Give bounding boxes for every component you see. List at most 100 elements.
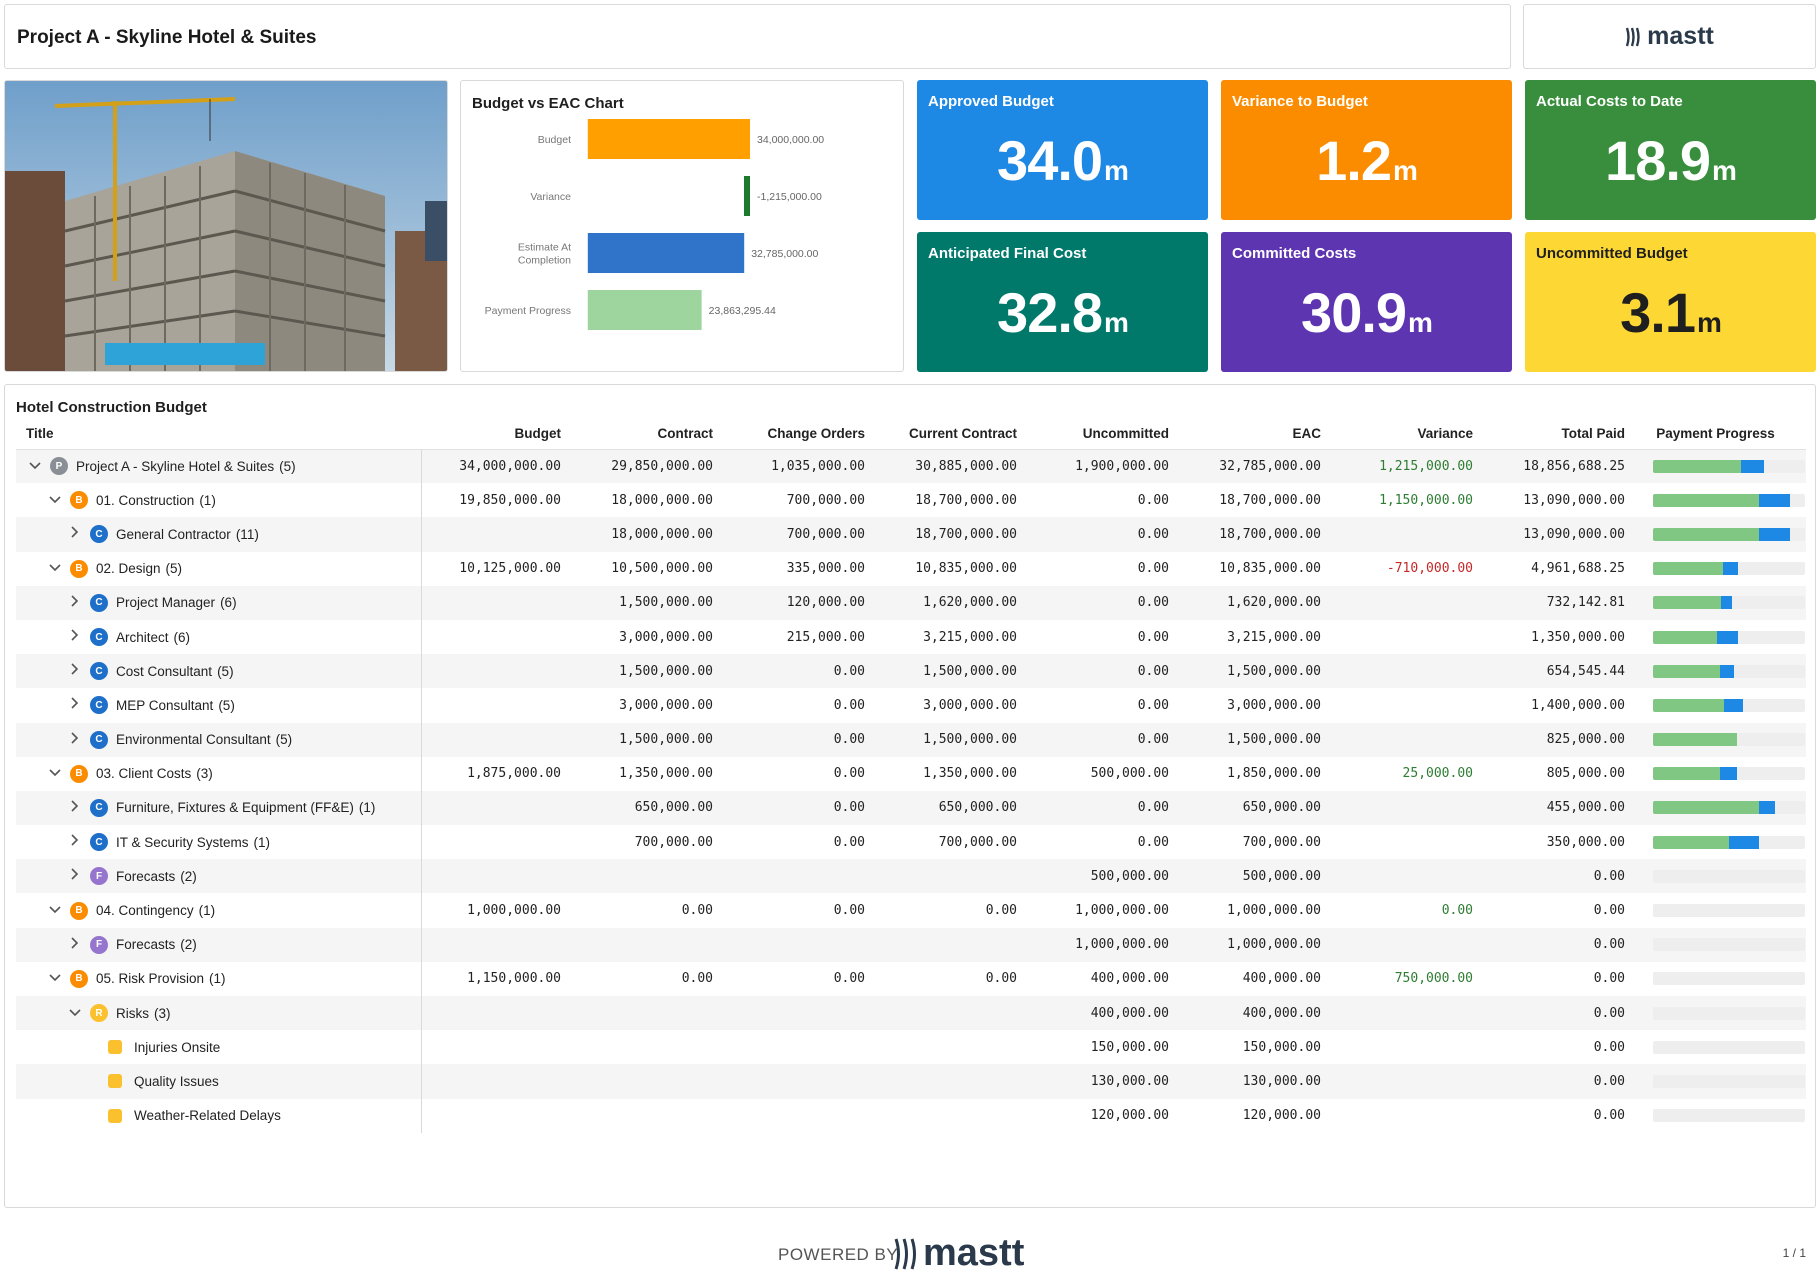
payment-progress-bar <box>1653 527 1805 541</box>
table-row[interactable]: Injuries Onsite 150,000.00 150,000.00 0.00 <box>16 1030 1806 1065</box>
col-header-uncommitted[interactable]: Uncommitted <box>1027 419 1179 450</box>
row-title[interactable]: Furniture, Fixtures & Equipment (FF&E) <box>116 800 354 815</box>
chevron-down-icon[interactable] <box>26 459 44 474</box>
cell-current: 0.00 <box>985 971 1017 987</box>
row-title[interactable]: Project Manager <box>116 595 215 610</box>
cell-eac: 18,700,000.00 <box>1219 492 1321 508</box>
cell-change: 0.00 <box>833 834 865 850</box>
col-header-title[interactable]: Title <box>16 419 421 450</box>
row-title[interactable]: Cost Consultant <box>116 664 212 679</box>
cell-variance <box>1331 1064 1483 1099</box>
table-row[interactable]: B 02. Design (5) 10,125,000.00 10,500,000.00… <box>16 551 1806 586</box>
payment-progress-bar <box>1653 630 1805 644</box>
col-header-eac[interactable]: EAC <box>1179 419 1331 450</box>
cell-eac: 400,000.00 <box>1179 996 1331 1031</box>
row-title[interactable]: 01. Construction <box>96 493 194 508</box>
row-title[interactable]: 03. Client Costs <box>96 766 191 781</box>
table-row[interactable]: Quality Issues 130,000.00 130,000.00 0.00 <box>16 1064 1806 1099</box>
row-title[interactable]: 02. Design <box>96 561 161 576</box>
chevron-right-icon[interactable] <box>66 732 84 748</box>
col-header-current-contract[interactable]: Current Contract <box>875 419 1027 450</box>
chevron-right-icon[interactable] <box>66 800 84 816</box>
row-title[interactable]: Risks <box>116 1006 149 1021</box>
cell-variance <box>1331 654 1483 689</box>
table-row[interactable]: C General Contractor (11) 18,000,000.00 700,… <box>16 517 1806 552</box>
row-title[interactable]: Weather-Related Delays <box>134 1108 281 1123</box>
cell-current: 30,885,000.00 <box>875 449 1027 484</box>
row-title[interactable]: Project A - Skyline Hotel & Suites <box>76 459 274 474</box>
kpi-value: 3.1m <box>1620 281 1722 344</box>
cell-contract: 1,350,000.00 <box>619 766 713 782</box>
chevron-right-icon[interactable] <box>66 697 84 713</box>
cell-eac: 1,000,000.00 <box>1227 903 1321 919</box>
row-count: (1) <box>358 800 376 816</box>
chevron-down-icon[interactable] <box>46 561 64 576</box>
row-title[interactable]: 04. Contingency <box>96 903 194 918</box>
table-row[interactable]: B 04. Contingency (1) 1,000,000.00 0.00 0.00 0… <box>16 893 1806 928</box>
row-title[interactable]: Forecasts <box>116 937 175 952</box>
table-row[interactable]: P Project A - Skyline Hotel & Suites (5) 34… <box>16 449 1806 484</box>
table-row[interactable]: C Environmental Consultant (5) 1,500,000.00… <box>16 722 1806 757</box>
cell-uncommitted: 1,000,000.00 <box>1075 903 1169 919</box>
cell-variance <box>1331 620 1483 654</box>
cell-variance: 0.00 <box>1441 903 1473 919</box>
chart-category-label: Estimate At <box>518 242 571 254</box>
table-row[interactable]: B 01. Construction (1) 19,850,000.00 18,000,… <box>16 483 1806 518</box>
chevron-right-icon[interactable] <box>66 937 84 953</box>
chevron-down-icon[interactable] <box>66 1006 84 1021</box>
chevron-right-icon[interactable] <box>66 595 84 611</box>
table-row[interactable]: F Forecasts (2) 1,000,000.00 1,000,000.00 0.0… <box>16 927 1806 962</box>
cell-change: 700,000.00 <box>786 492 865 508</box>
col-header-budget[interactable]: Budget <box>421 419 571 450</box>
chart-value-label: 34,000,000.00 <box>757 134 824 146</box>
chevron-right-icon[interactable] <box>66 526 84 542</box>
col-header-contract[interactable]: Contract <box>571 419 723 450</box>
payment-progress-bar <box>1653 1040 1805 1054</box>
chevron-down-icon[interactable] <box>46 493 64 508</box>
logo-box: mastt <box>1523 4 1816 69</box>
row-title[interactable]: IT & Security Systems <box>116 835 249 850</box>
col-header-variance[interactable]: Variance <box>1331 419 1483 450</box>
col-header-total-paid[interactable]: Total Paid <box>1483 419 1635 450</box>
row-title[interactable]: Environmental Consultant <box>116 732 271 747</box>
chevron-down-icon[interactable] <box>46 971 64 986</box>
row-title[interactable]: Quality Issues <box>134 1074 219 1089</box>
row-title[interactable]: Architect <box>116 630 169 645</box>
chevron-right-icon[interactable] <box>66 629 84 645</box>
table-row[interactable]: B 05. Risk Provision (1) 1,150,000.00 0.00 0.… <box>16 961 1806 996</box>
cell-budget: 1,150,000.00 <box>467 971 561 987</box>
table-row[interactable]: C IT & Security Systems (1) 700,000.00 0.00 7… <box>16 825 1806 860</box>
table-row[interactable]: C MEP Consultant (5) 3,000,000.00 0.00 3,000,… <box>16 688 1806 723</box>
cell-variance <box>1331 688 1483 722</box>
kpi-actual-costs: Actual Costs to Date 18.9m <box>1525 80 1816 220</box>
cell-change: 700,000.00 <box>723 517 875 552</box>
cell-payment-progress <box>1635 449 1806 484</box>
cell-contract <box>571 1064 723 1099</box>
cell-change: 0.00 <box>723 790 875 826</box>
table-row[interactable]: C Architect (6) 3,000,000.00 215,000.00 3,215… <box>16 619 1806 655</box>
table-row[interactable]: C Cost Consultant (5) 1,500,000.00 0.00 1,500… <box>16 654 1806 689</box>
table-row[interactable]: R Risks (3) 400,000.00 400,000.00 0.00 <box>16 996 1806 1031</box>
col-header-payment-progress[interactable]: Payment Progress <box>1635 419 1806 450</box>
chevron-down-icon[interactable] <box>46 766 64 781</box>
row-count: (11) <box>235 526 259 542</box>
col-header-change-orders[interactable]: Change Orders <box>723 419 875 450</box>
table-row[interactable]: C Furniture, Fixtures & Equipment (FF&E) (… <box>16 790 1806 826</box>
chevron-right-icon[interactable] <box>66 868 84 884</box>
row-title[interactable]: Injuries Onsite <box>134 1040 220 1055</box>
row-title[interactable]: 05. Risk Provision <box>96 971 204 986</box>
chevron-right-icon[interactable] <box>66 663 84 679</box>
chevron-down-icon[interactable] <box>46 903 64 918</box>
table-row[interactable]: B 03. Client Costs (3) 1,875,000.00 1,350,00… <box>16 756 1806 791</box>
kpi-value: 34.0m <box>997 129 1129 192</box>
chevron-right-icon[interactable] <box>66 834 84 850</box>
row-title[interactable]: Forecasts <box>116 869 175 884</box>
table-row[interactable]: F Forecasts (2) 500,000.00 500,000.00 0.00 <box>16 859 1806 894</box>
row-title[interactable]: MEP Consultant <box>116 698 213 713</box>
table-row[interactable]: Weather-Related Delays 120,000.00 120,000.… <box>16 1098 1806 1133</box>
table-row[interactable]: C Project Manager (6) 1,500,000.00 120,000.0… <box>16 585 1806 620</box>
cell-payment-progress <box>1635 620 1806 654</box>
cell-current <box>875 996 1027 1031</box>
cell-change: 0.00 <box>833 903 865 919</box>
row-title[interactable]: General Contractor <box>116 527 231 542</box>
